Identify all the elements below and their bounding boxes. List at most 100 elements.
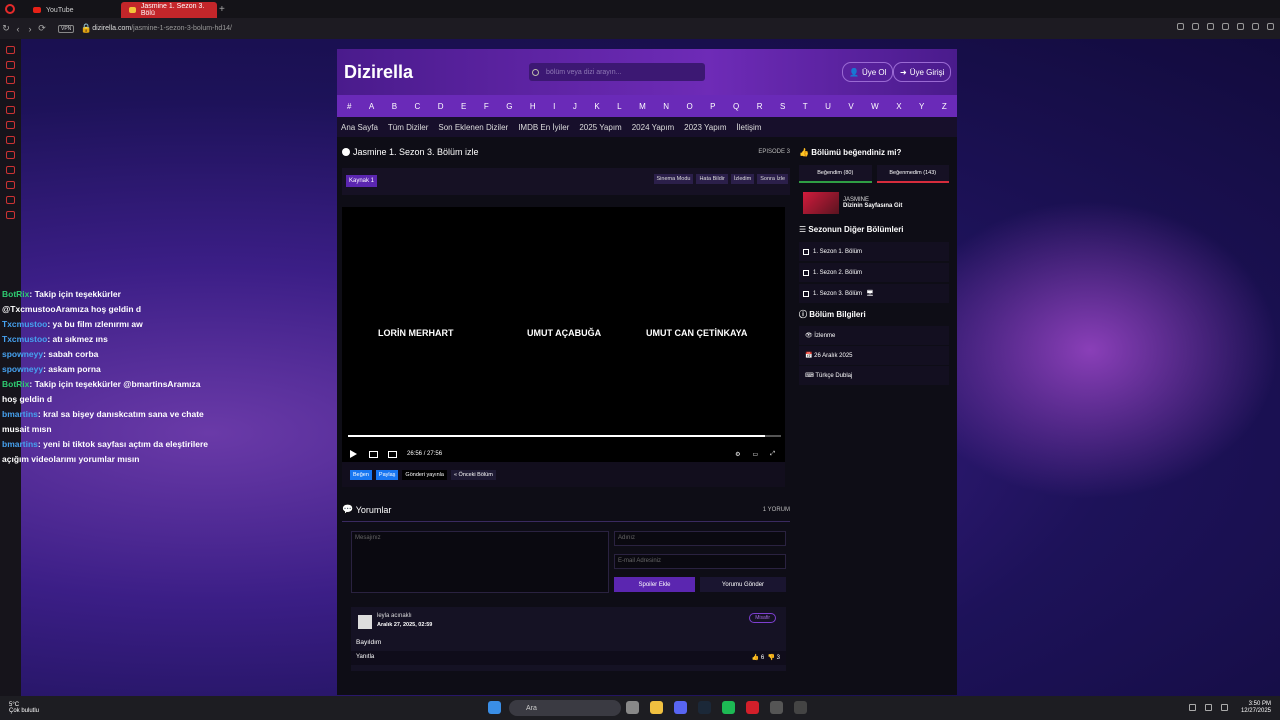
alphabet-letter[interactable]: Z	[942, 102, 947, 111]
fb-like-button[interactable]: Beğen	[350, 469, 372, 480]
alphabet-letter[interactable]: J	[573, 102, 577, 111]
sidebar-discord-icon[interactable]	[6, 211, 15, 219]
bookmark-icon[interactable]	[1192, 23, 1199, 30]
progress-bar[interactable]	[348, 435, 781, 437]
report-error-button[interactable]: Hata Bildir	[696, 174, 728, 184]
sidebar-tv-icon[interactable]	[6, 106, 15, 114]
sidebar-chat-icon[interactable]	[6, 91, 15, 99]
file-explorer-icon[interactable]	[650, 701, 663, 714]
alphabet-letter[interactable]: W	[871, 102, 879, 111]
steam-icon[interactable]	[698, 701, 711, 714]
sidebar-whatsapp-icon[interactable]	[6, 151, 15, 159]
alphabet-letter[interactable]: P	[710, 102, 715, 111]
menu-item[interactable]: 2025 Yapım	[579, 123, 621, 132]
refresh-icon[interactable]: ⟳	[36, 23, 48, 34]
like-button[interactable]: Beğendim (80)	[799, 165, 872, 183]
name-field[interactable]: Adınız	[614, 531, 786, 546]
previous-episode-button[interactable]: « Önceki Bölüm	[450, 469, 496, 480]
sidebar-instagram-icon[interactable]	[6, 166, 15, 174]
tweet-button[interactable]: Gönderi yayınla	[402, 469, 447, 480]
alphabet-letter[interactable]: K	[594, 102, 599, 111]
spoiler-button[interactable]: Spoiler Ekle	[614, 577, 695, 592]
reload-icon[interactable]: ↻	[0, 23, 12, 34]
alphabet-letter[interactable]: L	[617, 102, 621, 111]
profile-icon[interactable]	[1252, 23, 1259, 30]
sidebar-flame-icon[interactable]	[6, 136, 15, 144]
thumbs-down-icon[interactable]: 👎	[768, 655, 775, 661]
menu-item[interactable]: Ana Sayfa	[341, 123, 378, 132]
shield-icon[interactable]	[1222, 23, 1229, 30]
alphabet-letter[interactable]: V	[848, 102, 853, 111]
menu-item[interactable]: Son Eklenen Diziler	[438, 123, 508, 132]
watch-later-button[interactable]: Sonra İzle	[757, 174, 788, 184]
login-button[interactable]: ➜ Üye Girişi	[893, 62, 952, 82]
tab-youtube[interactable]: YouTube	[25, 2, 121, 18]
source-button[interactable]: Kaynak 1	[346, 175, 378, 187]
episode-item-current[interactable]: 1. Sezon 3. Bölüm 🖥	[799, 284, 949, 303]
dislike-button[interactable]: Beğenmedim (143)	[876, 165, 949, 183]
settings-app-icon[interactable]	[794, 701, 807, 714]
menu-item[interactable]: İletişim	[737, 123, 762, 132]
alphabet-letter[interactable]: A	[369, 102, 374, 111]
clock[interactable]: 3:50 PM 12/27/2025	[1241, 701, 1271, 715]
discord-icon[interactable]	[674, 701, 687, 714]
menu-item[interactable]: 2023 Yapım	[684, 123, 726, 132]
heart-icon[interactable]	[1237, 23, 1244, 30]
alphabet-letter[interactable]: I	[553, 102, 555, 111]
back-icon[interactable]: ‹	[12, 24, 24, 34]
app-icon[interactable]	[770, 701, 783, 714]
replay-icon[interactable]	[369, 450, 378, 458]
url-field[interactable]: dizirella.com/jasmine-1-sezon-3-bolum-hd…	[92, 25, 232, 32]
alphabet-letter[interactable]: Q	[733, 102, 739, 111]
alphabet-letter[interactable]: T	[803, 102, 808, 111]
menu-icon[interactable]	[1267, 23, 1274, 30]
alphabet-letter[interactable]: #	[347, 102, 351, 111]
sidebar-arc-icon[interactable]	[6, 121, 15, 129]
settings-icon[interactable]: ⚙	[735, 451, 740, 458]
show-link[interactable]: Dizinin Sayfasına Git	[843, 203, 902, 209]
alphabet-letter[interactable]: N	[663, 102, 669, 111]
menu-item[interactable]: IMDB En İyiler	[518, 123, 569, 132]
alphabet-letter[interactable]: S	[780, 102, 785, 111]
watched-button[interactable]: İzledim	[730, 174, 755, 184]
menu-item[interactable]: Tüm Diziler	[388, 123, 428, 132]
task-view-icon[interactable]	[626, 701, 639, 714]
download-icon[interactable]	[1207, 23, 1214, 30]
network-icon[interactable]	[1205, 704, 1212, 711]
episode-item[interactable]: 1. Sezon 2. Bölüm	[799, 263, 949, 282]
weather-widget[interactable]: 5°C Çok bulutlu	[9, 702, 39, 714]
register-button[interactable]: 👤 Üye Ol	[842, 62, 894, 82]
taskbar-search[interactable]: Ara	[509, 700, 621, 716]
alphabet-letter[interactable]: D	[438, 102, 444, 111]
show-card[interactable]: JASMINE Dizinin Sayfasına Git	[799, 188, 949, 218]
reply-button[interactable]: Yanıtla	[356, 654, 374, 660]
spotify-icon[interactable]	[722, 701, 735, 714]
alphabet-letter[interactable]: F	[484, 102, 489, 111]
opera-icon[interactable]	[746, 701, 759, 714]
site-search-input[interactable]: bölüm veya dizi arayın...	[529, 63, 705, 81]
alphabet-letter[interactable]: B	[392, 102, 397, 111]
forward-icon[interactable]: ›	[24, 24, 36, 34]
fb-share-button[interactable]: Paylaş	[375, 469, 399, 480]
alphabet-letter[interactable]: R	[757, 102, 763, 111]
sidebar-tiktok-icon[interactable]	[6, 181, 15, 189]
sidebar-history-icon[interactable]	[6, 61, 15, 69]
volume-icon[interactable]	[1221, 704, 1228, 711]
play-icon[interactable]	[350, 450, 357, 458]
alphabet-letter[interactable]: C	[415, 102, 421, 111]
windows-start-icon[interactable]	[488, 701, 501, 714]
extension-icon[interactable]	[1177, 23, 1184, 30]
sidebar-home-icon[interactable]	[6, 46, 15, 54]
opera-logo-icon[interactable]	[5, 4, 15, 14]
menu-item[interactable]: 2024 Yapım	[632, 123, 674, 132]
new-tab-icon[interactable]: +	[219, 4, 225, 15]
sidebar-bag-icon[interactable]	[6, 76, 15, 84]
alphabet-letter[interactable]: H	[530, 102, 536, 111]
alphabet-letter[interactable]: O	[686, 102, 692, 111]
vpn-badge[interactable]: VPN	[58, 24, 75, 33]
alphabet-letter[interactable]: E	[461, 102, 466, 111]
thumbs-up-icon[interactable]: 👍	[752, 655, 759, 661]
tab-dizirella[interactable]: Jasmine 1. Sezon 3. Bölü	[121, 2, 217, 18]
alphabet-letter[interactable]: M	[639, 102, 646, 111]
volume-icon[interactable]	[388, 450, 397, 458]
